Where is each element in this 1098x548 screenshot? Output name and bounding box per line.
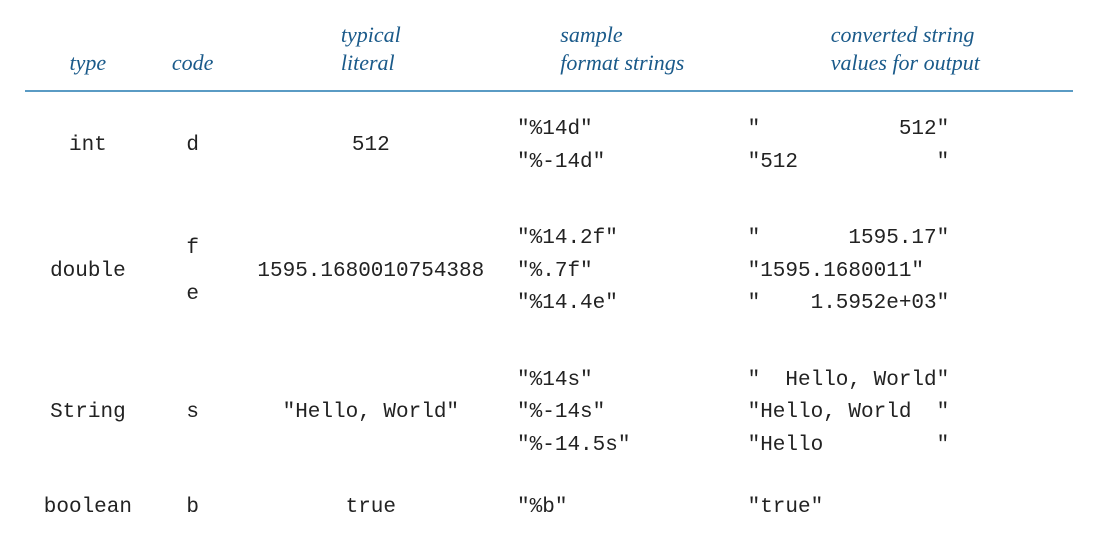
table-row: double f e 1595.1680010754388 "%14.2f" "… [25,201,1073,343]
cell-outputs: " Hello, World" "Hello, World " "Hello " [738,343,1073,485]
cell-code: d [151,91,235,201]
cell-formats: "%14.2f" "%.7f" "%14.4e" [507,201,738,343]
cell-type: double [25,201,151,343]
cell-type: String [25,343,151,485]
header-formats: sample format strings [507,15,738,91]
cell-type: int [25,91,151,201]
cell-code: s [151,343,235,485]
header-row: type code typical literal sample format … [25,15,1073,91]
cell-formats: "%14d" "%-14d" [507,91,738,201]
cell-outputs: " 1595.17" "1595.1680011" " 1.5952e+03" [738,201,1073,343]
cell-literal: "Hello, World" [235,343,507,485]
header-outputs: converted string values for output [738,15,1073,91]
cell-literal: true [235,484,507,533]
cell-code: b [151,484,235,533]
header-type: type [25,15,151,91]
cell-literal: 512 [235,91,507,201]
cell-outputs: " 512" "512 " [738,91,1073,201]
header-code: code [151,15,235,91]
format-table: type code typical literal sample format … [25,15,1073,533]
cell-literal: 1595.1680010754388 [235,201,507,343]
table-row: String s "Hello, World" "%14s" "%-14s" "… [25,343,1073,485]
cell-outputs: "true" [738,484,1073,533]
cell-formats: "%b" [507,484,738,533]
cell-code: f e [151,201,235,343]
cell-formats: "%14s" "%-14s" "%-14.5s" [507,343,738,485]
cell-type: boolean [25,484,151,533]
header-literal: typical literal [235,15,507,91]
table-row: int d 512 "%14d" "%-14d" " 512" "512 " [25,91,1073,201]
table-row: boolean b true "%b" "true" [25,484,1073,533]
